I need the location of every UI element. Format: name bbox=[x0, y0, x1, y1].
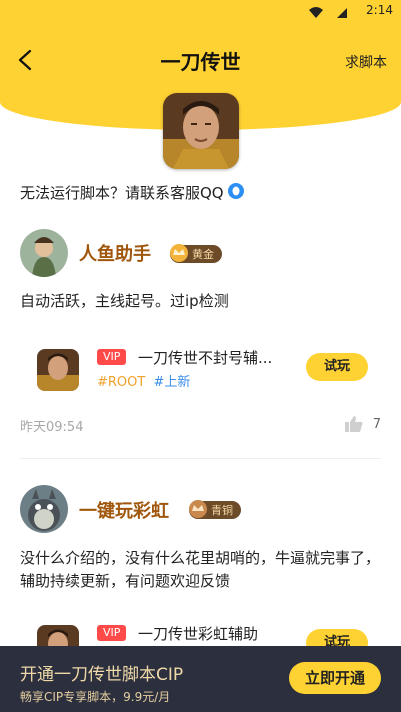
vip-badge: VIP bbox=[97, 349, 127, 365]
username[interactable]: 一键玩彩虹 bbox=[79, 497, 169, 523]
script-name: 一刀传世不封号辅... bbox=[138, 349, 273, 367]
promo-title: 开通一刀传世脚本CIP bbox=[20, 665, 184, 685]
try-button[interactable]: 试玩 bbox=[306, 353, 368, 381]
level-badge: 黄金 bbox=[170, 244, 222, 263]
thumbs-up-icon bbox=[344, 416, 363, 432]
script-name: 一刀传世彩虹辅助 bbox=[138, 625, 259, 643]
tag-new: #上新 bbox=[153, 375, 191, 390]
like-button[interactable]: 7 bbox=[344, 416, 381, 432]
status-bar: 2:14 bbox=[0, 0, 401, 24]
signal-icon bbox=[337, 8, 347, 18]
level-badge: 青铜 bbox=[189, 500, 241, 519]
contact-notice[interactable]: 无法运行脚本？请联系客服QQ bbox=[20, 182, 244, 203]
post-time: 昨天09:54 bbox=[20, 420, 84, 435]
divider bbox=[20, 458, 381, 459]
script-item[interactable]: VIP 一刀传世不封号辅... #ROOT #上新 试玩 bbox=[0, 349, 401, 409]
avatar[interactable] bbox=[20, 485, 68, 533]
username[interactable]: 人鱼助手 bbox=[79, 240, 151, 266]
tag-root: #ROOT bbox=[97, 375, 146, 390]
open-cip-button[interactable]: 立即开通 bbox=[289, 662, 381, 694]
request-script-button[interactable]: 求脚本 bbox=[345, 52, 387, 72]
like-count: 7 bbox=[372, 416, 381, 432]
badge-label: 青铜 bbox=[211, 504, 233, 517]
promo-subtitle: 畅享CIP专享脚本，9.9元/月 bbox=[20, 690, 171, 704]
cip-promo-bar: 开通一刀传世脚本CIP 畅享CIP专享脚本，9.9元/月 立即开通 bbox=[0, 646, 401, 712]
page-title: 一刀传世 bbox=[160, 50, 241, 74]
post-text: 自动活跃，主线起号。过ip检测 bbox=[20, 292, 229, 310]
avatar[interactable] bbox=[20, 229, 68, 277]
crown-icon bbox=[170, 244, 188, 262]
vip-badge: VIP bbox=[97, 625, 127, 641]
notice-text: 无法运行脚本？请联系客服QQ bbox=[20, 184, 224, 202]
status-icons bbox=[307, 5, 349, 24]
post-text: 没什么介绍的，没有什么花里胡哨的，牛逼就完事了，辅助持续更新，有问题欢迎反馈 bbox=[20, 549, 381, 590]
badge-label: 黄金 bbox=[192, 248, 214, 261]
crown-icon bbox=[189, 500, 207, 518]
qq-icon[interactable] bbox=[227, 182, 244, 203]
status-time: 2:14 bbox=[366, 3, 393, 17]
wifi-icon bbox=[309, 7, 323, 18]
script-thumbnail bbox=[37, 349, 79, 391]
game-icon bbox=[163, 93, 239, 169]
script-tags: #ROOT #上新 bbox=[97, 371, 190, 390]
